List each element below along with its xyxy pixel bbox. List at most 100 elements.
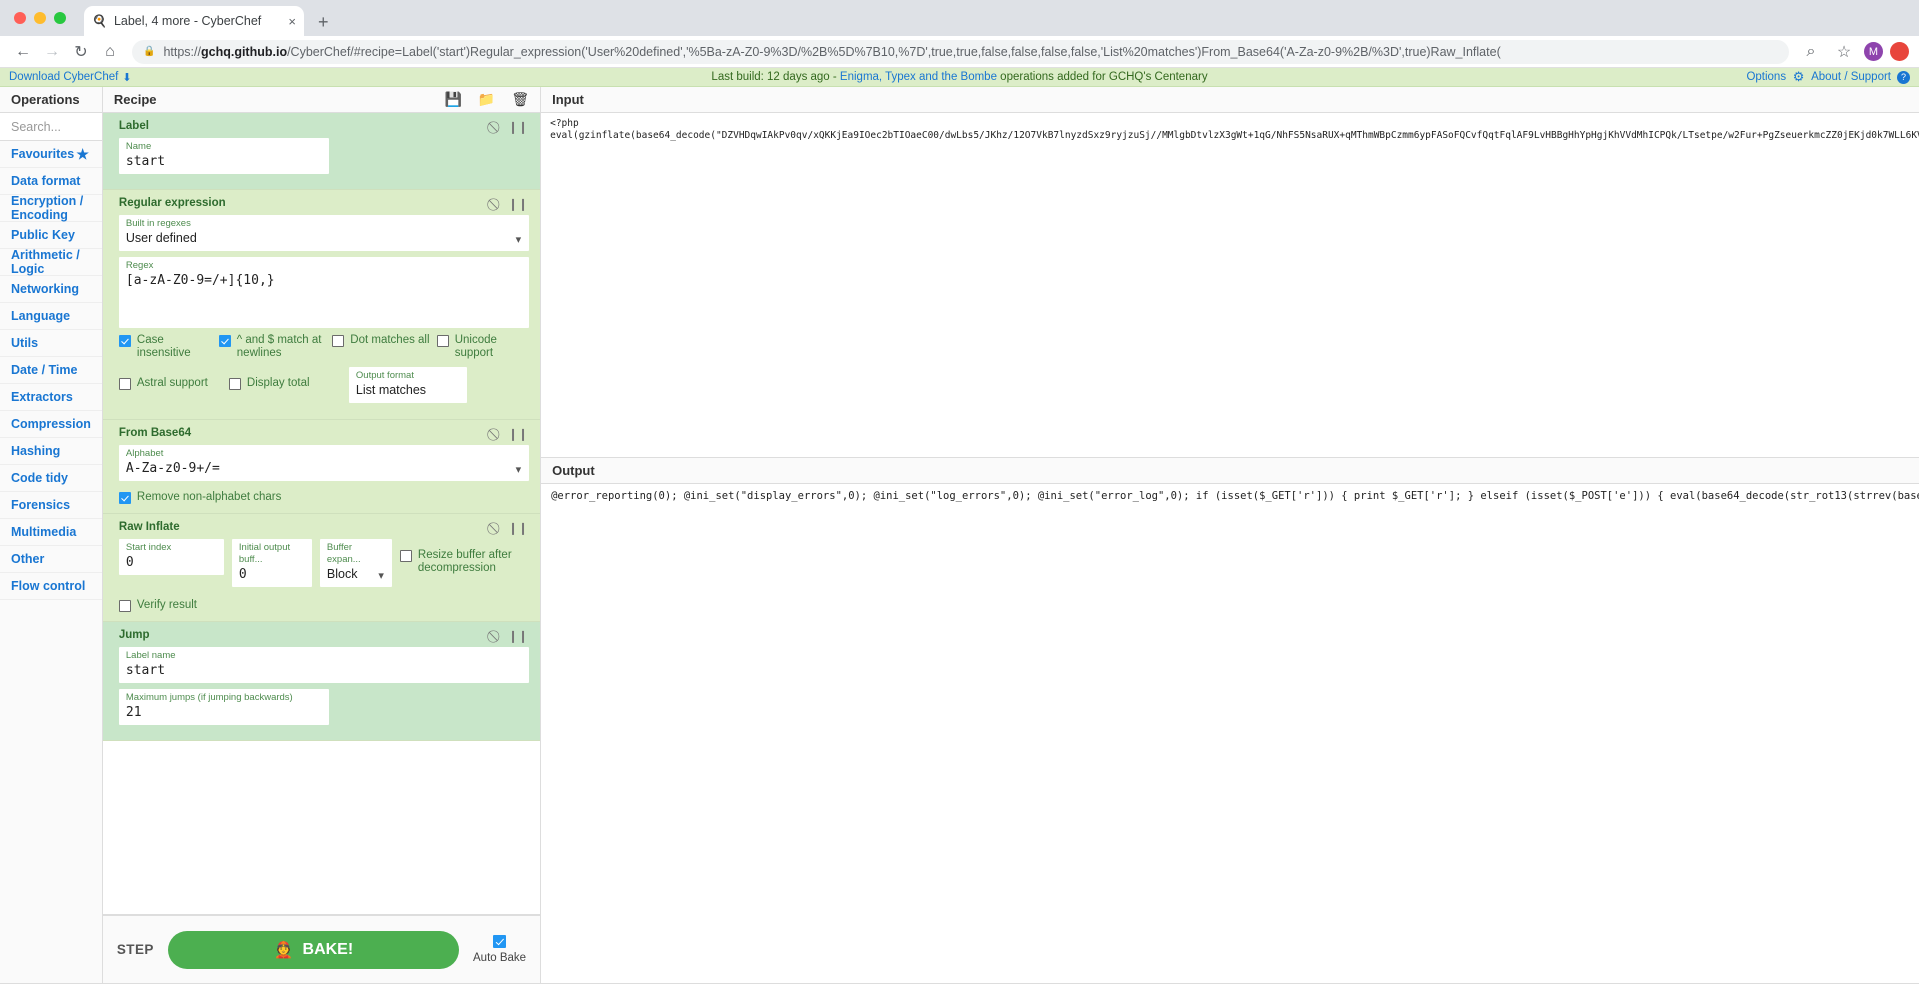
- breakpoint-icon[interactable]: ❙❙: [508, 120, 528, 135]
- operations-category-label: Encryption / Encoding: [11, 194, 84, 222]
- checkbox-icon: [118, 335, 131, 347]
- recipe-op-raw-inflate[interactable]: Raw Inflate ⃠ ❙❙ Start index 0 Initial o…: [102, 514, 541, 622]
- operations-category-public-key[interactable]: Public Key: [0, 222, 102, 249]
- display-total-checkbox[interactable]: Display total: [228, 377, 349, 390]
- app-body: Operations Favourites★ Data format Encrypt…: [0, 87, 1919, 983]
- browser-tab-title: Label, 4 more - CyberChef: [113, 14, 262, 28]
- operations-category-code-tidy[interactable]: Code tidy: [0, 465, 102, 492]
- output-textarea[interactable]: @error_reporting(0); @ini_set("display_e…: [541, 484, 1919, 983]
- bake-button[interactable]: 👲 BAKE!: [167, 930, 460, 969]
- operations-category-multimedia[interactable]: Multimedia: [0, 519, 102, 546]
- operations-category-flow-control[interactable]: Flow control: [0, 573, 102, 600]
- label-name-label: Name: [125, 141, 152, 152]
- maximize-window-button[interactable]: [54, 12, 66, 24]
- recipe-op-regex[interactable]: Regular expression ⃠ ❙❙ Built in regexes…: [102, 190, 541, 420]
- reload-icon[interactable]: ↻: [68, 39, 94, 65]
- new-tab-button[interactable]: +: [318, 13, 329, 31]
- help-icon[interactable]: ?: [1897, 70, 1910, 84]
- caret-dollar-checkbox[interactable]: ^ and $ match at newlines: [218, 334, 333, 360]
- operations-category-other[interactable]: Other: [0, 546, 102, 573]
- forward-icon[interactable]: →: [39, 39, 65, 65]
- zoom-icon[interactable]: ⌕: [1798, 39, 1824, 65]
- breakpoint-icon[interactable]: ❙❙: [508, 427, 528, 442]
- breakpoint-icon[interactable]: ❙❙: [508, 197, 528, 212]
- trash-icon[interactable]: 🗑: [511, 91, 529, 108]
- regex-value: [a-zA-Z0-9=/+]{10,}: [125, 273, 275, 288]
- buffer-expansion-label: Buffer expan...: [326, 542, 361, 565]
- verify-result-checkbox[interactable]: Verify result: [118, 599, 529, 612]
- operations-category-label: Multimedia: [11, 525, 77, 539]
- folder-icon[interactable]: 📁: [478, 91, 495, 108]
- minimize-window-button[interactable]: [34, 12, 46, 24]
- unicode-support-checkbox[interactable]: Unicode support: [436, 334, 529, 360]
- operations-category-utils[interactable]: Utils: [0, 330, 102, 357]
- alphabet-field[interactable]: Alphabet A-Za-z0-9+/=: [118, 445, 530, 481]
- recipe-op-jump[interactable]: Jump ⃠ ❙❙ Label name start Maximum jumps…: [102, 622, 541, 741]
- checkbox-icon: [218, 335, 231, 347]
- remove-nonalphabet-checkbox[interactable]: Remove non-alphabet chars: [118, 491, 529, 504]
- save-icon[interactable]: 💾: [444, 91, 461, 108]
- recipe-op-label[interactable]: Label ⃠ ❙❙ Name start: [102, 113, 541, 190]
- operations-category-encryption-encoding[interactable]: Encryption / Encoding: [0, 194, 102, 222]
- operations-category-hashing[interactable]: Hashing: [0, 438, 102, 465]
- extension-icon[interactable]: [1890, 42, 1909, 61]
- recipe-op-label-controls: ⃠ ❙❙: [496, 120, 528, 135]
- operations-category-favourites[interactable]: Favourites ★: [0, 141, 102, 168]
- operations-category-networking[interactable]: Networking: [0, 276, 102, 303]
- build-suffix: operations added for GCHQ's Centenary: [996, 71, 1208, 83]
- dot-matches-all-checkbox[interactable]: Dot matches all: [332, 334, 436, 347]
- build-highlight[interactable]: Enigma, Typex and the Bombe: [840, 71, 997, 83]
- case-insensitive-checkbox[interactable]: Case insensitive: [118, 334, 219, 360]
- home-icon[interactable]: ⌂: [97, 39, 123, 65]
- operations-category-data-format[interactable]: Data format: [0, 168, 102, 195]
- recipe-op-from-base64[interactable]: From Base64 ⃠ ❙❙ Alphabet A-Za-z0-9+/= R…: [102, 420, 541, 514]
- breakpoint-icon[interactable]: ❙❙: [508, 521, 528, 536]
- output-format-field[interactable]: Output format List matches: [348, 367, 467, 403]
- recipe-operations-list: Label ⃠ ❙❙ Name start Regular expression…: [102, 113, 541, 887]
- jump-label-name-field[interactable]: Label name start: [118, 647, 530, 683]
- input-textarea[interactable]: <?php eval(gzinflate(base64_decode("DZVH…: [541, 113, 1919, 458]
- auto-bake-toggle[interactable]: Auto Bake: [473, 935, 526, 964]
- initial-buffer-field[interactable]: Initial output buff... 0: [231, 539, 312, 587]
- back-icon[interactable]: ←: [10, 39, 36, 65]
- resize-buffer-label: Resize buffer after decompression: [417, 549, 512, 574]
- start-index-field[interactable]: Start index 0: [118, 539, 224, 575]
- label-name-value: start: [125, 154, 166, 169]
- caret-dollar-label: ^ and $ match at newlines: [236, 334, 322, 359]
- initial-buffer-label: Initial output buff...: [238, 542, 291, 565]
- operations-category-label: Date / Time: [11, 363, 78, 377]
- step-button[interactable]: STEP: [117, 942, 154, 957]
- operations-category-extractors[interactable]: Extractors: [0, 384, 102, 411]
- operations-category-arithmetic-logic[interactable]: Arithmetic / Logic: [0, 248, 102, 276]
- avatar[interactable]: M: [1864, 42, 1883, 61]
- resize-buffer-checkbox[interactable]: Resize buffer after decompression: [399, 549, 528, 575]
- lock-icon: 🔒: [143, 46, 156, 57]
- browser-tab[interactable]: 🍳 Label, 4 more - CyberChef ×: [84, 6, 304, 36]
- options-link[interactable]: Options: [1746, 71, 1786, 83]
- search-input[interactable]: [0, 113, 102, 141]
- address-bar[interactable]: 🔒 https://gchq.github.io/CyberChef/#reci…: [132, 39, 1789, 64]
- label-name-field[interactable]: Name start: [118, 138, 329, 174]
- builtin-regexes-field[interactable]: Built in regexes User defined: [118, 215, 530, 251]
- buffer-expansion-field[interactable]: Buffer expan... Block: [319, 539, 392, 587]
- regex-field[interactable]: Regex [a-zA-Z0-9=/+]{10,}: [118, 257, 530, 328]
- close-tab-icon[interactable]: ×: [288, 14, 296, 29]
- favourites-star-icon[interactable]: ★: [76, 146, 89, 163]
- operations-category-language[interactable]: Language: [0, 303, 102, 330]
- recipe-drop-area[interactable]: [102, 887, 541, 915]
- breakpoint-icon[interactable]: ❙❙: [508, 629, 528, 644]
- build-prefix: Last build: 12 days ago -: [711, 71, 840, 83]
- toolbar-right-controls: ⌕ ☆ M: [1798, 39, 1909, 65]
- about-support-link[interactable]: About / Support: [1811, 71, 1891, 83]
- astral-support-checkbox[interactable]: Astral support: [118, 377, 229, 390]
- close-window-button[interactable]: [14, 12, 26, 24]
- max-jumps-field[interactable]: Maximum jumps (if jumping backwards) 21: [118, 689, 329, 725]
- operations-category-label: Code tidy: [11, 471, 68, 485]
- operations-category-forensics[interactable]: Forensics: [0, 492, 102, 519]
- bake-bar: STEP 👲 BAKE! Auto Bake: [102, 915, 541, 983]
- checkbox-icon: [228, 378, 241, 390]
- operations-category-date-time[interactable]: Date / Time: [0, 357, 102, 384]
- gear-icon[interactable]: ⚙: [1792, 69, 1805, 84]
- operations-category-compression[interactable]: Compression: [0, 411, 102, 438]
- bookmark-star-icon[interactable]: ☆: [1831, 39, 1857, 65]
